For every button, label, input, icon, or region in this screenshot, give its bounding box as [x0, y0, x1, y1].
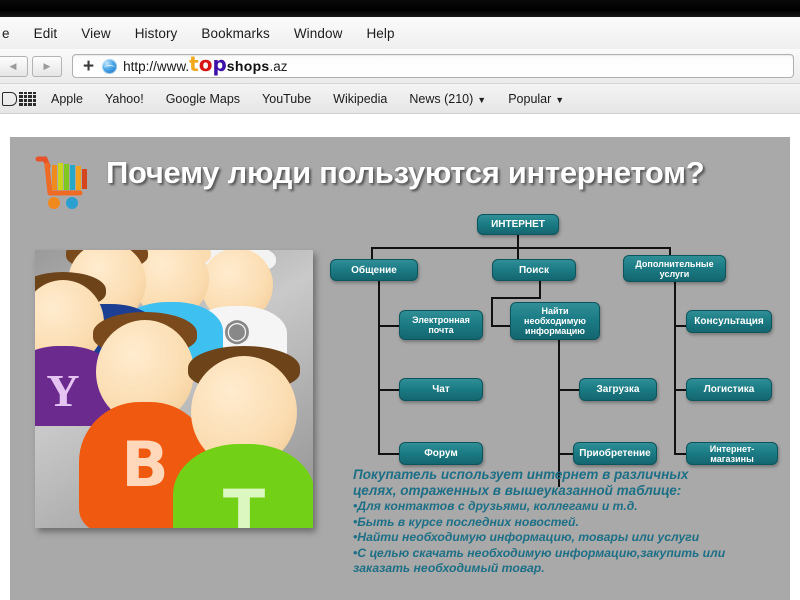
- bookmark-news-label: News (210): [409, 91, 474, 106]
- url-text: http://www. t o p shops .az: [123, 52, 288, 76]
- edge-branch1-chat: [378, 389, 400, 391]
- menu-item-history[interactable]: History: [123, 24, 190, 43]
- edge-branch2-leftdown: [491, 297, 493, 327]
- caption-bullet-4: •С целью скачать необходимую информацию,…: [353, 545, 726, 560]
- edge-branch1-spine: [378, 278, 380, 455]
- bookmark-yahoo[interactable]: Yahoo!: [94, 90, 155, 108]
- caption-bullet-2: •Быть в курсе последних новостей.: [353, 514, 579, 529]
- screen-top-bar: [0, 0, 800, 17]
- caption-bullet-1: •Для контактов с друзьями, коллегами и т…: [353, 499, 638, 513]
- bookmark-youtube[interactable]: YouTube: [251, 90, 322, 108]
- url-brand-o: o: [198, 52, 213, 76]
- bookmarks-bar: Apple Yahoo! Google Maps YouTube Wikiped…: [0, 83, 800, 113]
- url-protocol: http://www.: [123, 59, 190, 74]
- edge-findinfo-download: [558, 389, 580, 391]
- caption-bullet-3: •Найти необходимую информацию, товары ил…: [353, 530, 700, 544]
- diagram-node-email[interactable]: Электронная почта: [399, 310, 483, 340]
- edge-branch2-findinfo: [491, 325, 511, 327]
- slide-caption: Покупатель использует интернет в различн…: [353, 467, 788, 577]
- diagram-node-chat[interactable]: Чат: [399, 378, 483, 401]
- url-brand-p: p: [212, 52, 227, 76]
- grid-icon[interactable]: [19, 91, 36, 106]
- book-icon[interactable]: [2, 91, 17, 106]
- edge-findinfo-spine: [558, 339, 560, 487]
- page-viewport-top: [0, 113, 800, 137]
- forward-button[interactable]: ▶: [32, 55, 62, 77]
- address-bar[interactable]: + http://www. t o p shops .az: [72, 54, 794, 78]
- menu-item-apple[interactable]: e: [2, 24, 22, 43]
- caption-lead-line-1: Покупатель использует интернет в различн…: [353, 467, 689, 482]
- edge-branch2-left: [491, 297, 541, 299]
- browser-window: e Edit View History Bookmarks Window Hel…: [0, 0, 800, 600]
- back-arrow-icon: ◀: [9, 60, 17, 71]
- edge-branch1-forum: [378, 453, 400, 455]
- diagram-node-search[interactable]: Поиск: [492, 259, 576, 281]
- menu-item-bookmarks[interactable]: Bookmarks: [189, 24, 281, 43]
- bookmark-news[interactable]: News (210) ▼: [398, 90, 497, 108]
- edge-branch3-spine: [674, 278, 676, 455]
- presentation-slide: Почему люди пользуются интернетом? ◉ t ●…: [10, 137, 790, 600]
- diagram-node-consulting[interactable]: Консультация: [686, 310, 772, 333]
- menu-item-window[interactable]: Window: [282, 24, 355, 43]
- bookmark-popular[interactable]: Popular ▼: [497, 90, 575, 108]
- menu-item-help[interactable]: Help: [354, 24, 406, 43]
- caption-lead-line-2: целях, отраженных в вышеуказанной таблиц…: [353, 483, 682, 498]
- edge-root-horizontal: [371, 247, 671, 249]
- url-brand-shops: shops: [226, 58, 270, 74]
- diagram-node-find-information[interactable]: Найти необходимую информацию: [510, 302, 600, 340]
- forward-arrow-icon: ▶: [43, 60, 51, 71]
- menu-bar: e Edit View History Bookmarks Window Hel…: [0, 17, 800, 49]
- bookmark-popular-label: Popular: [508, 91, 552, 106]
- edge-branch2-down: [539, 278, 541, 299]
- caption-bullet-5: заказать необходимый товар.: [353, 561, 545, 575]
- new-tab-button[interactable]: +: [83, 57, 94, 76]
- navigation-toolbar: ◀ ▶ + http://www. t o p shops .az: [0, 49, 800, 83]
- diagram-node-extra-services[interactable]: Дополнительные услуги: [623, 255, 726, 282]
- bookmark-wikipedia[interactable]: Wikipedia: [322, 90, 398, 108]
- url-brand-t: t: [189, 52, 199, 76]
- chevron-down-icon: ▼: [477, 94, 487, 105]
- bookmark-google-maps[interactable]: Google Maps: [155, 90, 251, 108]
- globe-icon: [102, 58, 118, 74]
- url-tld: .az: [269, 59, 288, 74]
- diagram-node-logistics[interactable]: Логистика: [686, 378, 772, 401]
- diagram-node-forum[interactable]: Форум: [399, 442, 483, 465]
- back-button[interactable]: ◀: [0, 55, 28, 77]
- menu-item-view[interactable]: View: [69, 24, 122, 43]
- chevron-down-icon-2: ▼: [555, 94, 565, 105]
- diagram-node-purchase[interactable]: Приобретение: [573, 442, 657, 465]
- diagram-node-communication[interactable]: Общение: [330, 259, 418, 281]
- diagram-node-internet[interactable]: ИНТЕРНЕТ: [477, 214, 559, 235]
- menu-item-edit[interactable]: Edit: [22, 24, 70, 43]
- edge-branch1-email: [378, 325, 400, 327]
- diagram-node-download[interactable]: Загрузка: [579, 378, 657, 401]
- bookmark-apple[interactable]: Apple: [40, 90, 94, 108]
- diagram-node-online-shops[interactable]: Интернет-магазины: [686, 442, 778, 465]
